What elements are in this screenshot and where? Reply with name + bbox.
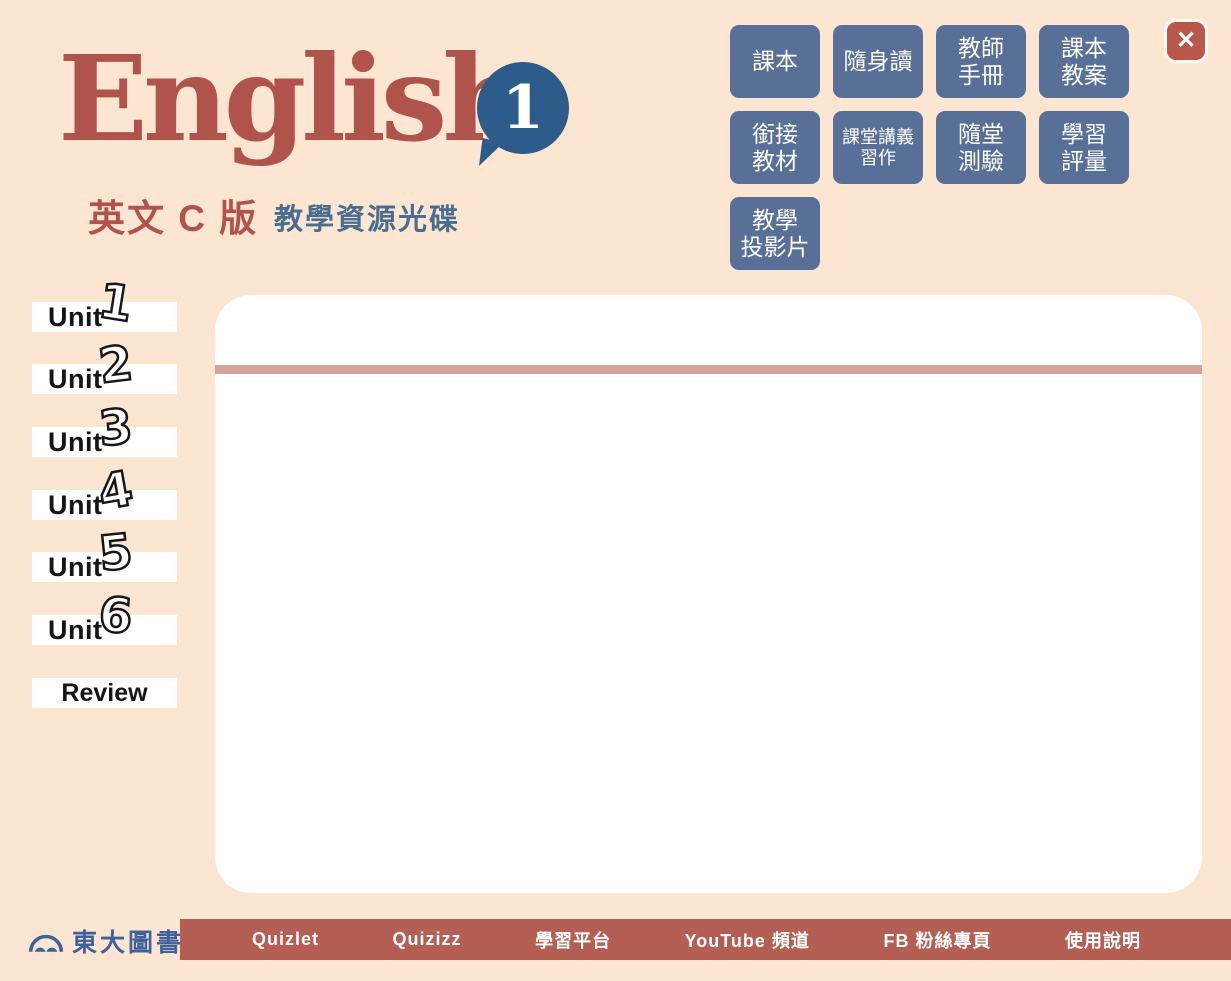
unit-1-number: 1 bbox=[95, 277, 136, 330]
close-icon: ✕ bbox=[1176, 29, 1196, 53]
app-window: English 1 英文 C 版 教學資源光碟 課本 隨身讀 教師 手冊 課本 … bbox=[0, 0, 1231, 981]
panel-divider bbox=[215, 365, 1202, 374]
unit-6-button[interactable]: Unit 6 bbox=[32, 615, 177, 645]
bridging-material-button[interactable]: 銜接 教材 bbox=[730, 111, 820, 184]
pocket-reader-button[interactable]: 隨身讀 bbox=[833, 25, 923, 98]
unit-2-button[interactable]: Unit 2 bbox=[32, 364, 177, 394]
footer-link-learning-platform[interactable]: 學習平台 bbox=[535, 927, 611, 953]
close-button[interactable]: ✕ bbox=[1164, 19, 1208, 63]
unit-5-button[interactable]: Unit 5 bbox=[32, 552, 177, 582]
unit-3-number: 3 bbox=[97, 403, 134, 454]
resource-row-1: 課本 隨身讀 教師 手冊 課本 教案 bbox=[730, 25, 1129, 98]
series-label: 英文 C 版 bbox=[88, 188, 258, 242]
textbook-button[interactable]: 課本 bbox=[730, 25, 820, 98]
unit-3-button[interactable]: Unit 3 bbox=[32, 427, 177, 457]
review-button[interactable]: Review bbox=[32, 678, 177, 708]
footer-link-youtube-channel[interactable]: YouTube 頻道 bbox=[685, 927, 810, 953]
class-handout-workbook-button[interactable]: 課堂講義 習作 bbox=[833, 111, 923, 184]
level-badge: 1 bbox=[477, 62, 569, 154]
unit-5-number: 5 bbox=[97, 527, 135, 578]
resource-grid: 課本 隨身讀 教師 手冊 課本 教案 銜接 教材 課堂講義 習作 bbox=[730, 25, 1129, 270]
unit-4-number: 4 bbox=[95, 464, 136, 517]
brand-logo-text: English bbox=[58, 40, 523, 158]
textbook-lesson-plan-button[interactable]: 課本 教案 bbox=[1039, 25, 1129, 98]
footer-link-quizlet[interactable]: Quizlet bbox=[252, 929, 319, 950]
disc-subtitle: 教學資源光碟 bbox=[274, 196, 460, 238]
resource-row-3: 教學 投影片 bbox=[730, 197, 1129, 270]
content-panel bbox=[215, 295, 1202, 893]
resource-row-2: 銜接 教材 課堂講義 習作 隨堂 測驗 學習 評量 bbox=[730, 111, 1129, 184]
assessment-button[interactable]: 學習 評量 bbox=[1039, 111, 1129, 184]
unit-6-number: 6 bbox=[97, 591, 134, 641]
level-number: 1 bbox=[502, 73, 544, 143]
publisher-bridge-icon bbox=[28, 928, 64, 954]
unit-1-button[interactable]: Unit 1 bbox=[32, 302, 177, 332]
teacher-manual-button[interactable]: 教師 手冊 bbox=[936, 25, 1026, 98]
quiz-button[interactable]: 隨堂 測驗 bbox=[936, 111, 1026, 184]
footer-link-bar: Quizlet Quizizz 學習平台 YouTube 頻道 FB 粉絲專頁 … bbox=[180, 919, 1231, 960]
footer-link-quizizz[interactable]: Quizizz bbox=[393, 929, 462, 950]
footer-link-fb-fanpage[interactable]: FB 粉絲專頁 bbox=[883, 927, 991, 953]
footer-link-user-guide[interactable]: 使用說明 bbox=[1065, 927, 1141, 953]
unit-4-button[interactable]: Unit 4 bbox=[32, 490, 177, 520]
teaching-slides-button[interactable]: 教學 投影片 bbox=[730, 197, 820, 270]
unit-2-number: 2 bbox=[96, 339, 135, 391]
